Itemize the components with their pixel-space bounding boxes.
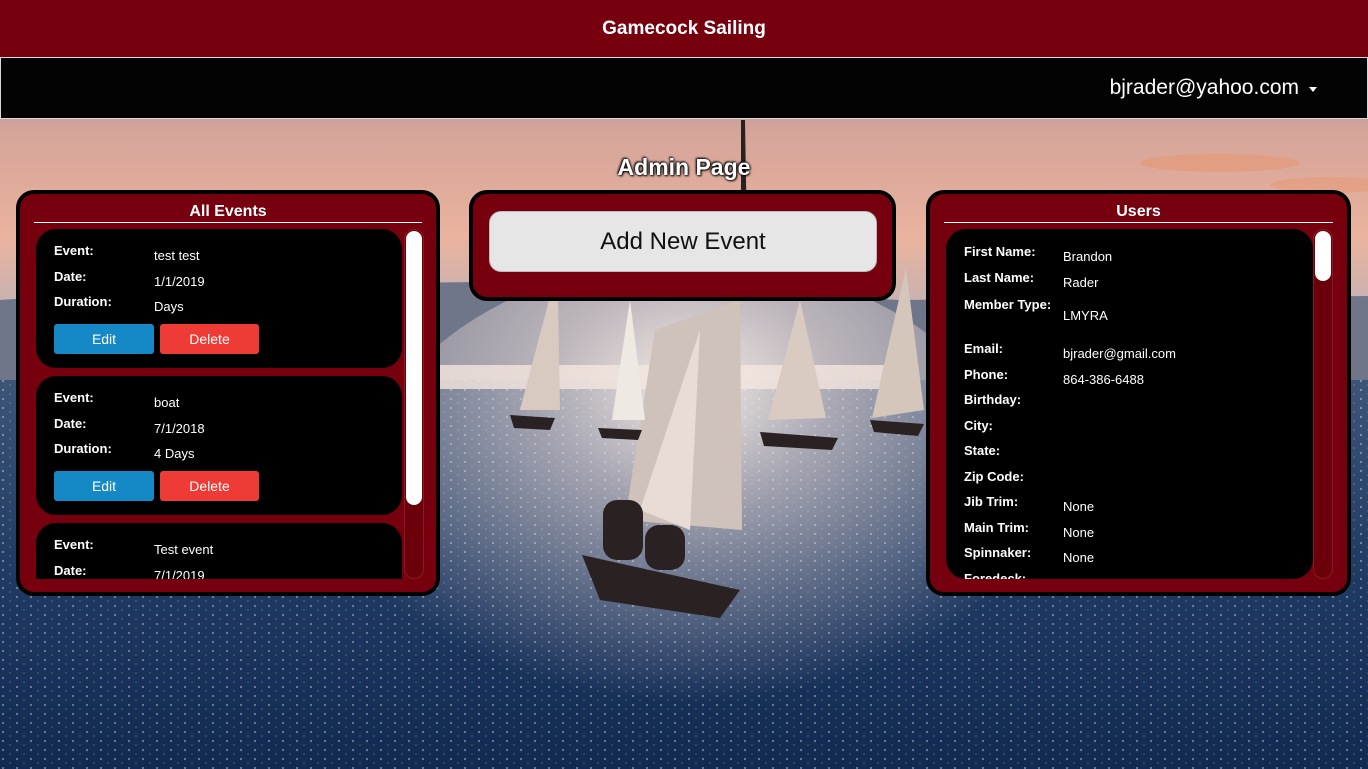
events-panel-title: All Events (34, 203, 422, 223)
main-trim-value: None (1063, 524, 1095, 540)
event-name: boat (154, 395, 180, 410)
event-duration: Days (154, 299, 184, 314)
zip-code-label: Zip Code: (964, 468, 1024, 484)
navbar: bjrader@yahoo.com (0, 57, 1368, 119)
page-title: Admin Page (617, 154, 751, 180)
city-label: City: (964, 417, 993, 433)
user-account-dropdown[interactable]: bjrader@yahoo.com (1110, 76, 1317, 100)
event-label: Event: (54, 390, 94, 405)
first-name-label: First Name: (964, 244, 1036, 259)
event-label: Event: (54, 537, 94, 552)
user-details-list[interactable]: First Name: Brandon Last Name: Rader Membe… (946, 229, 1313, 579)
event-name: Test event (154, 542, 214, 557)
add-event-panel: Add New Event (469, 190, 896, 301)
foredeck-value: None (1063, 571, 1094, 580)
date-label: Date: (54, 562, 87, 578)
member-type-label: Member Type: (964, 297, 1052, 312)
foredeck-label: Foredeck: (964, 570, 1027, 580)
event-duration: 4 Days (154, 446, 195, 461)
last-name-label: Last Name: (964, 269, 1035, 285)
last-name-value: Rader (1063, 274, 1099, 290)
event-name: test test (154, 248, 200, 263)
event-date: 7/1/2018 (154, 420, 205, 436)
birthday-label: Birthday: (964, 392, 1022, 407)
phone-label: Phone: (964, 366, 1009, 382)
event-label: Event: (54, 243, 94, 258)
spinnaker-value: None (1063, 550, 1095, 565)
delete-event-button[interactable]: Delete (160, 323, 259, 354)
main-trim-label: Main Trim: (964, 519, 1030, 535)
date-label: Date: (54, 415, 87, 431)
events-list[interactable]: Event: test test Date: 1/1/2019 Duration… (36, 229, 424, 579)
site-title: Gamecock Sailing (602, 17, 766, 39)
state-label: State: (964, 443, 1001, 458)
delete-event-button[interactable]: Delete (160, 470, 259, 501)
users-panel-title: Users (944, 203, 1333, 223)
chevron-down-icon (1309, 86, 1317, 92)
event-card: Event: test test Date: 1/1/2019 Duration… (36, 229, 402, 368)
jib-trim-value: None (1063, 499, 1095, 514)
duration-label: Duration: (54, 294, 112, 309)
users-panel: Users First Name: Brandon Last Name: Rader… (926, 190, 1351, 596)
email-value: bjrader@gmail.com (1063, 346, 1176, 361)
first-name-value: Brandon (1063, 249, 1113, 264)
user-email: bjrader@yahoo.com (1109, 76, 1299, 99)
add-new-event-button[interactable]: Add New Event (489, 211, 877, 272)
events-scrollbar[interactable] (404, 229, 424, 579)
member-type-value: LMYRA (1063, 308, 1108, 323)
events-scrollbar-thumb[interactable] (406, 231, 422, 505)
event-date: 7/1/2019 (154, 567, 205, 580)
date-label: Date: (54, 268, 87, 284)
app-header: Gamecock Sailing (0, 0, 1368, 57)
users-scrollbar-thumb[interactable] (1315, 231, 1331, 281)
phone-value: 864-386-6488 (1063, 371, 1144, 387)
edit-event-button[interactable]: Edit (54, 323, 154, 354)
event-card: Event: boat Date: 7/1/2018 Duration: 4 D… (36, 376, 402, 515)
edit-event-button[interactable]: Edit (54, 470, 154, 501)
events-panel: All Events Event: test test Date: 1/1/20… (16, 190, 440, 596)
jib-trim-label: Jib Trim: (964, 494, 1019, 509)
users-scrollbar[interactable] (1313, 229, 1333, 579)
event-card: Event: Test event Date: 7/1/2019 (36, 523, 402, 579)
email-label: Email: (964, 341, 1004, 356)
duration-label: Duration: (54, 441, 112, 456)
event-date: 1/1/2019 (154, 273, 205, 289)
spinnaker-label: Spinnaker: (964, 545, 1032, 560)
